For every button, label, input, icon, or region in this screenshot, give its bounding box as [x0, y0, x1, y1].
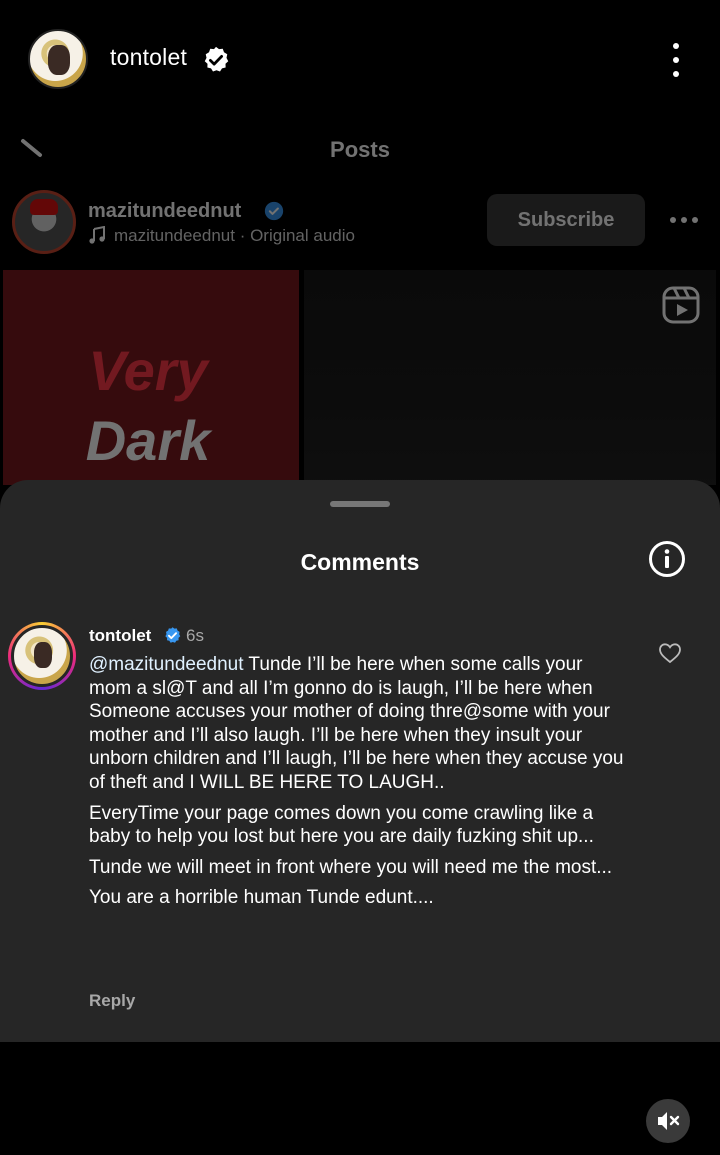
mute-button[interactable]	[646, 1099, 690, 1143]
verified-badge-icon	[264, 201, 284, 221]
story-username[interactable]: tontolet	[110, 44, 187, 71]
comment-paragraph: You are a horrible human Tunde edunt....	[89, 887, 434, 909]
story-avatar[interactable]	[28, 29, 88, 89]
reply-button[interactable]: Reply	[89, 991, 135, 1011]
comment-mention[interactable]: @mazitundeednut	[89, 654, 244, 675]
reels-icon	[662, 286, 700, 324]
speaker-muted-icon	[658, 1112, 680, 1130]
comment-timestamp: 6s	[186, 626, 204, 645]
media-overlay-text-line2: Dark	[85, 409, 211, 472]
comment-avatar[interactable]	[8, 622, 76, 690]
comment-username[interactable]: tontolet	[89, 626, 151, 646]
post-author-name[interactable]: mazitundeednut	[88, 200, 241, 223]
music-note-icon	[89, 226, 105, 244]
post-audio-label[interactable]: mazitundeednut · Original audio	[88, 226, 355, 246]
verified-badge-icon	[165, 627, 181, 643]
comment-paragraph: Tunde we will meet in front where you wi…	[89, 856, 613, 878]
post-author-avatar[interactable]	[12, 190, 76, 254]
heart-icon[interactable]	[658, 642, 682, 664]
post-more-options-icon[interactable]	[668, 210, 700, 230]
posts-section-title: Posts	[330, 137, 390, 162]
post-media-thumbnail-right[interactable]	[304, 270, 716, 485]
verified-badge-icon	[204, 46, 229, 72]
post-audio-text: mazitundeednut · Original audio	[114, 226, 355, 245]
comment-text: @mazitundeednut Tunde I’ll be here when …	[89, 653, 629, 917]
story-header	[0, 0, 720, 120]
comment-paragraph: EveryTime your page comes down you come …	[89, 802, 594, 848]
media-overlay-text-line1: Very	[88, 339, 208, 402]
sheet-drag-handle[interactable]	[330, 501, 390, 507]
story-more-options-icon[interactable]	[664, 40, 688, 80]
info-icon[interactable]	[648, 540, 686, 578]
subscribe-button[interactable]: Subscribe	[487, 194, 645, 246]
comments-title: Comments	[300, 549, 420, 575]
